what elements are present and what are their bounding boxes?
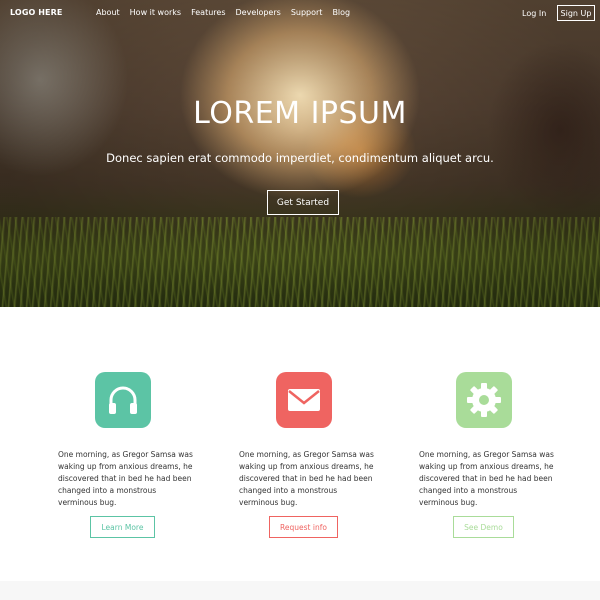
- nav-link-how-it-works[interactable]: How it works: [130, 8, 181, 17]
- feature-description: One morning, as Gregor Samsa was waking …: [58, 450, 193, 507]
- nav-link-developers[interactable]: Developers: [236, 8, 281, 17]
- hero-title: LOREM IPSUM: [193, 96, 407, 131]
- feature-description: One morning, as Gregor Samsa was waking …: [239, 450, 374, 507]
- features-section: One morning, as Gregor Samsa was waking …: [0, 307, 600, 580]
- nav-link-about[interactable]: About: [96, 8, 120, 17]
- footer-strip: [0, 581, 600, 600]
- nav-links: About How it works Features Developers S…: [96, 8, 350, 17]
- nav-link-blog[interactable]: Blog: [332, 8, 350, 17]
- see-demo-button[interactable]: See Demo: [453, 516, 514, 538]
- nav-link-features[interactable]: Features: [191, 8, 225, 17]
- request-info-button[interactable]: Request info: [269, 516, 338, 538]
- headphones-icon: [95, 372, 151, 428]
- feature-description: One morning, as Gregor Samsa was waking …: [419, 450, 554, 507]
- nav-link-support[interactable]: Support: [291, 8, 323, 17]
- hero-subtitle: Donec sapien erat commodo imperdiet, con…: [106, 151, 494, 165]
- gear-icon: [456, 372, 512, 428]
- signup-button[interactable]: Sign Up: [557, 5, 595, 21]
- envelope-icon: [276, 372, 332, 428]
- learn-more-button[interactable]: Learn More: [90, 516, 155, 538]
- login-link[interactable]: Log In: [522, 9, 546, 18]
- logo[interactable]: LOGO HERE: [10, 8, 62, 17]
- get-started-button[interactable]: Get Started: [267, 190, 339, 215]
- top-nav: LOGO HERE About How it works Features De…: [0, 0, 600, 28]
